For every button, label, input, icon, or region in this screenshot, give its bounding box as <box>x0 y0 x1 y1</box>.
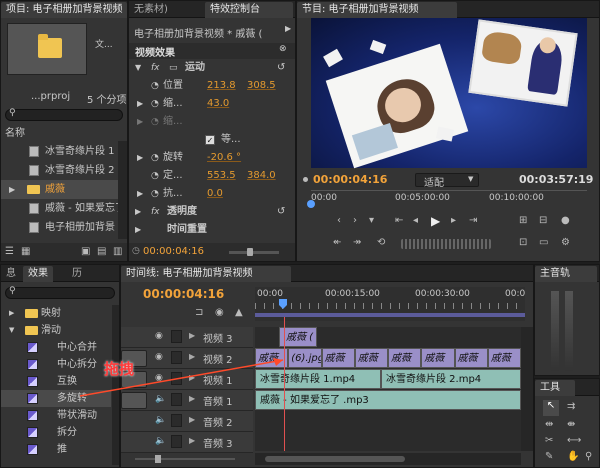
drag-arrow <box>79 358 284 397</box>
